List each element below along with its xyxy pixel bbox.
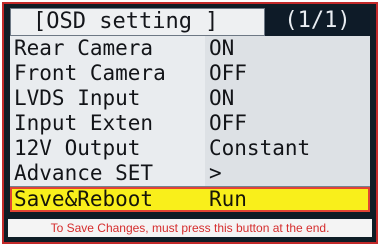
menu-item-rear-camera[interactable]: Rear Camera ON (10, 36, 370, 61)
menu-item-label: 12V Output (10, 136, 205, 161)
menu-item-value: Constant (205, 136, 370, 161)
menu-item-value: ON (205, 36, 370, 61)
menu-item-label: LVDS Input (10, 86, 205, 111)
menu-rows: Rear Camera ON Front Camera OFF LVDS Inp… (10, 36, 370, 212)
menu-item-label: Save&Reboot (10, 187, 205, 212)
save-hint-text: To Save Changes, must press this button … (8, 219, 372, 237)
menu-item-input-exten[interactable]: Input Exten OFF (10, 111, 370, 136)
submenu-arrow-icon: > (205, 161, 370, 186)
menu-item-advance-set[interactable]: Advance SET > (10, 161, 370, 186)
menu-item-front-camera[interactable]: Front Camera OFF (10, 61, 370, 86)
osd-header: [OSD setting ] (1/1) (10, 8, 370, 36)
menu-item-label: Front Camera (10, 61, 205, 86)
menu-item-12v-output[interactable]: 12V Output Constant (10, 136, 370, 161)
menu-item-value: OFF (205, 111, 370, 136)
menu-item-label: Advance SET (10, 161, 205, 186)
page-indicator: (1/1) (265, 8, 370, 36)
osd-screen: [OSD setting ] (1/1) Rear Camera ON Fron… (2, 2, 378, 244)
menu-item-label: Input Exten (10, 111, 205, 136)
menu-title: [OSD setting ] (10, 8, 265, 36)
run-button[interactable]: Run (205, 187, 370, 212)
menu-item-save-reboot[interactable]: Save&Reboot Run (10, 187, 370, 212)
osd-menu: [OSD setting ] (1/1) Rear Camera ON Fron… (10, 8, 370, 212)
menu-item-label: Rear Camera (10, 36, 205, 61)
menu-item-lvds-input[interactable]: LVDS Input ON (10, 86, 370, 111)
menu-item-value: OFF (205, 61, 370, 86)
menu-item-value: ON (205, 86, 370, 111)
